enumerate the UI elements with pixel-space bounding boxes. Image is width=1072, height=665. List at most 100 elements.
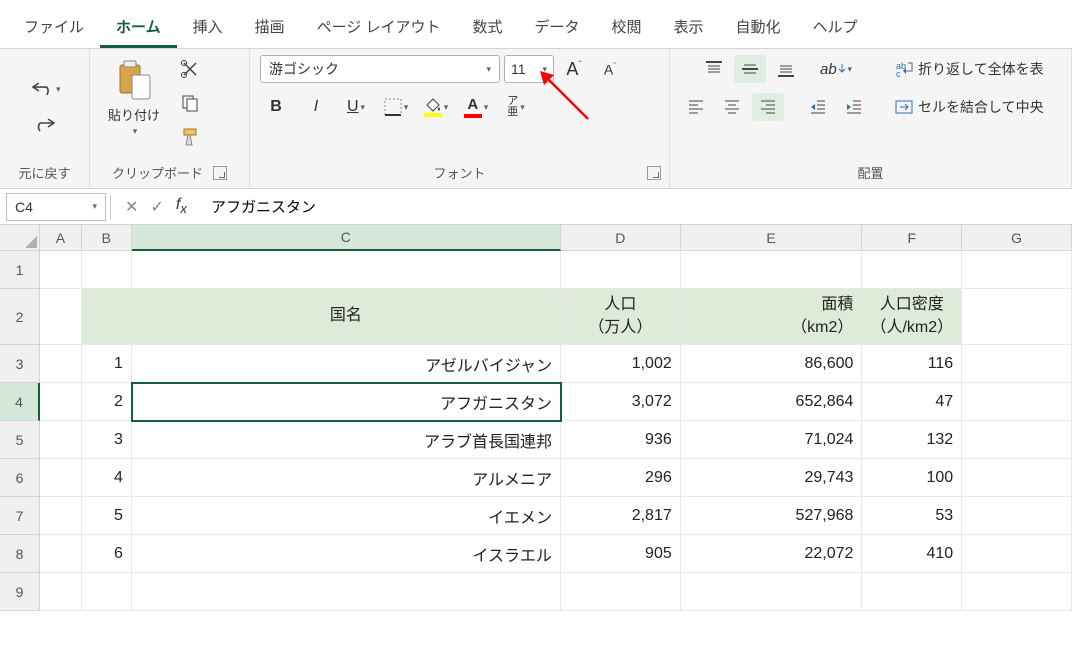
cell[interactable]: 4: [82, 459, 132, 497]
cell[interactable]: [132, 251, 561, 289]
cell[interactable]: [40, 383, 82, 421]
align-left-button[interactable]: [680, 93, 712, 121]
format-painter-button[interactable]: [174, 123, 206, 151]
font-dialog-launcher[interactable]: [647, 166, 661, 180]
cell[interactable]: [962, 497, 1072, 535]
decrease-font-size-button[interactable]: Aˇ: [594, 55, 626, 83]
cell[interactable]: イエメン: [132, 497, 561, 535]
name-box[interactable]: C4 ▾: [6, 193, 106, 221]
cell[interactable]: 22,072: [681, 535, 863, 573]
col-header-A[interactable]: A: [40, 225, 82, 251]
cell[interactable]: 2,817: [561, 497, 681, 535]
cell[interactable]: 652,864: [681, 383, 863, 421]
increase-indent-button[interactable]: [838, 93, 870, 121]
cell[interactable]: イスラエル: [132, 535, 561, 573]
cell[interactable]: [40, 421, 82, 459]
cell[interactable]: [40, 573, 82, 611]
cell[interactable]: [962, 289, 1072, 345]
row-header[interactable]: 6: [0, 459, 40, 497]
tab-file[interactable]: ファイル: [8, 8, 100, 48]
merge-center-button[interactable]: セルを結合して中央: [886, 93, 1052, 121]
orientation-button[interactable]: ab▾: [820, 55, 852, 83]
cell[interactable]: [862, 251, 962, 289]
cell[interactable]: 1,002: [561, 345, 681, 383]
insert-function-button[interactable]: fx: [172, 194, 191, 218]
confirm-formula-button[interactable]: ✓: [146, 195, 167, 219]
align-center-button[interactable]: [716, 93, 748, 121]
cell[interactable]: [82, 251, 132, 289]
cell[interactable]: [862, 573, 962, 611]
tab-help[interactable]: ヘルプ: [797, 8, 874, 48]
cell[interactable]: 53: [862, 497, 962, 535]
cell-header-density[interactable]: 人口密度 （人/km2）: [862, 289, 962, 345]
cell[interactable]: [82, 573, 132, 611]
tab-home[interactable]: ホーム: [100, 8, 177, 48]
cell[interactable]: 1: [82, 345, 132, 383]
formula-input[interactable]: [201, 193, 1066, 221]
cell[interactable]: [681, 573, 863, 611]
col-header-B[interactable]: B: [82, 225, 132, 251]
paste-button[interactable]: 貼り付け ▾: [100, 55, 168, 141]
cell[interactable]: [962, 345, 1072, 383]
row-header[interactable]: 4: [0, 383, 40, 421]
cell[interactable]: [40, 535, 82, 573]
row-header[interactable]: 8: [0, 535, 40, 573]
cell[interactable]: 410: [862, 535, 962, 573]
cell[interactable]: [40, 497, 82, 535]
row-header[interactable]: 1: [0, 251, 40, 289]
fill-color-button[interactable]: ▾: [420, 93, 452, 121]
cell[interactable]: [962, 573, 1072, 611]
tab-view[interactable]: 表示: [658, 8, 720, 48]
align-right-button[interactable]: [752, 93, 784, 121]
cell[interactable]: [962, 535, 1072, 573]
row-header[interactable]: 2: [0, 289, 40, 345]
tab-review[interactable]: 校閲: [596, 8, 658, 48]
tab-page-layout[interactable]: ページ レイアウト: [301, 8, 457, 48]
cancel-formula-button[interactable]: ✕: [121, 195, 142, 219]
col-header-E[interactable]: E: [681, 225, 863, 251]
cell[interactable]: アルメニア: [132, 459, 561, 497]
cell[interactable]: [40, 345, 82, 383]
tab-formulas[interactable]: 数式: [456, 8, 518, 48]
cut-button[interactable]: [174, 55, 206, 83]
tab-draw[interactable]: 描画: [239, 8, 301, 48]
cell-header-country[interactable]: 国名: [132, 289, 561, 345]
decrease-indent-button[interactable]: [802, 93, 834, 121]
cell[interactable]: [40, 459, 82, 497]
cell[interactable]: 2: [82, 383, 132, 421]
undo-button[interactable]: ▾: [29, 75, 61, 103]
cell[interactable]: アゼルバイジャン: [132, 345, 561, 383]
cell[interactable]: 5: [82, 497, 132, 535]
cell[interactable]: [40, 251, 82, 289]
cell[interactable]: [962, 383, 1072, 421]
cell-header-population[interactable]: 人口 （万人）: [561, 289, 681, 345]
font-size-select[interactable]: 11 ▾: [504, 55, 554, 83]
cell[interactable]: 6: [82, 535, 132, 573]
font-name-select[interactable]: 游ゴシック ▾: [260, 55, 500, 83]
cell[interactable]: [962, 459, 1072, 497]
align-middle-button[interactable]: [734, 55, 766, 83]
align-bottom-button[interactable]: [770, 55, 802, 83]
cell[interactable]: 132: [862, 421, 962, 459]
cell[interactable]: 527,968: [681, 497, 863, 535]
cell[interactable]: [82, 289, 132, 345]
cell[interactable]: アラブ首長国連邦: [132, 421, 561, 459]
cell[interactable]: 116: [862, 345, 962, 383]
cell[interactable]: 71,024: [681, 421, 863, 459]
col-header-G[interactable]: G: [962, 225, 1072, 251]
phonetic-guide-button[interactable]: ア 亜 ▾: [500, 93, 532, 121]
cell[interactable]: 47: [862, 383, 962, 421]
font-color-button[interactable]: A ▾: [460, 93, 492, 121]
cell[interactable]: 86,600: [681, 345, 863, 383]
select-all-corner[interactable]: [0, 225, 40, 251]
col-header-C[interactable]: C: [132, 225, 561, 251]
clipboard-dialog-launcher[interactable]: [213, 166, 227, 180]
cell[interactable]: 905: [561, 535, 681, 573]
cell[interactable]: 100: [862, 459, 962, 497]
cell[interactable]: [561, 573, 681, 611]
cell-header-area[interactable]: 面積 （km2）: [681, 289, 863, 345]
copy-button[interactable]: [174, 89, 206, 117]
cell[interactable]: 936: [561, 421, 681, 459]
underline-button[interactable]: U▾: [340, 93, 372, 121]
cell[interactable]: [132, 573, 561, 611]
